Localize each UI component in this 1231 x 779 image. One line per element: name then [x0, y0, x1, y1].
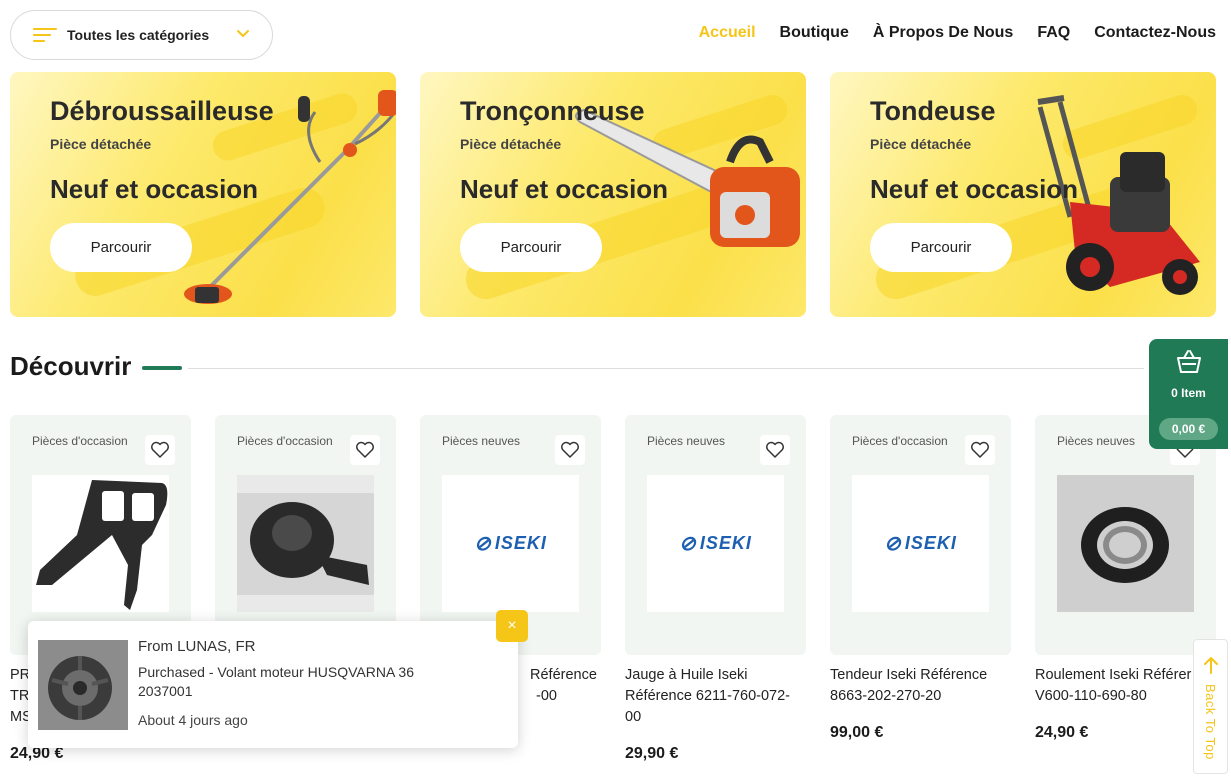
product-image[interactable] [237, 475, 374, 612]
banner-debroussailleuse: Débroussailleuse Pièce détachée Neuf et … [10, 72, 396, 317]
close-icon[interactable]: × [496, 610, 528, 642]
heart-icon [561, 441, 579, 458]
nav-accueil[interactable]: Accueil [699, 24, 756, 42]
iseki-logo: ⊘ ISEKI [679, 533, 752, 555]
iseki-logo: ⊘ ISEKI [884, 533, 957, 555]
product-card[interactable]: Pièces d'occasion [10, 415, 191, 655]
banner-tondeuse: Tondeuse Pièce détachée Neuf et occasion… [830, 72, 1216, 317]
heart-icon [766, 441, 784, 458]
arrow-up-icon [1204, 657, 1218, 674]
banner-title: Débroussailleuse [50, 96, 274, 126]
notification-from: From LUNAS, FR [138, 638, 256, 655]
product-condition: Pièces d'occasion [852, 434, 948, 448]
wishlist-button[interactable] [555, 435, 585, 465]
wishlist-button[interactable] [145, 435, 175, 465]
notification-product-image [38, 640, 128, 730]
back-to-top-label: Back To Top [1203, 684, 1218, 760]
banner-subtitle: Pièce détachée [460, 136, 562, 152]
product-image[interactable] [1057, 475, 1194, 612]
product-price: 24,90 € [1035, 724, 1089, 741]
nav-contact[interactable]: Contactez-Nous [1094, 24, 1216, 42]
iseki-logo: ⊘ ISEKI [474, 533, 547, 555]
product-card[interactable]: Pièces neuves [1035, 415, 1216, 655]
product-condition: Pièces d'occasion [32, 434, 128, 448]
chevron-down-icon [237, 30, 249, 37]
product-name[interactable]: Roulement Iseki Référer V600-110-690-80 [1035, 665, 1193, 707]
heart-icon [971, 441, 989, 458]
notification-time: About 4 jours ago [138, 712, 248, 728]
product-price: 29,90 € [625, 745, 679, 762]
heart-icon [151, 441, 169, 458]
back-to-top-button[interactable]: Back To Top [1193, 639, 1228, 774]
heart-icon [356, 441, 374, 458]
product-condition: Pièces neuves [442, 434, 521, 448]
wishlist-button[interactable] [760, 435, 790, 465]
starter-part-image [237, 493, 374, 595]
nav-faq[interactable]: FAQ [1037, 24, 1070, 42]
browse-button[interactable]: Parcourir [460, 223, 602, 272]
banner-tronconneuse: Tronçonneuse Pièce détachée Neuf et occa… [420, 72, 806, 317]
wishlist-button[interactable] [350, 435, 380, 465]
section-accent [142, 366, 182, 370]
product-name[interactable]: Tendeur Iseki Référence 8663-202-270-20 [830, 665, 1015, 707]
product-price: 99,00 € [830, 724, 884, 741]
cart-count: 0 Item [1171, 386, 1206, 400]
banner-subtitle: Pièce détachée [870, 136, 972, 152]
chain-brake-image [36, 480, 168, 610]
bearing-image [1081, 507, 1169, 583]
banner-tagline: Neuf et occasion [50, 174, 259, 204]
banner-title: Tronçonneuse [460, 96, 645, 126]
browse-button[interactable]: Parcourir [870, 223, 1012, 272]
product-card[interactable]: Pièces neuves ⊘ ISEKI [625, 415, 806, 655]
nav-boutique[interactable]: Boutique [780, 24, 849, 42]
cart-total: 0,00 € [1159, 418, 1218, 440]
browse-button[interactable]: Parcourir [50, 223, 192, 272]
banner-title: Tondeuse [870, 96, 996, 126]
banner-subtitle: Pièce détachée [50, 136, 152, 152]
notification-purchase: Purchased - Volant moteur HUSQVARNA 36 2… [138, 664, 414, 699]
product-card[interactable]: Pièces d'occasion [215, 415, 396, 655]
product-condition: Pièces neuves [1057, 434, 1136, 448]
banner-tagline: Neuf et occasion [870, 174, 1079, 204]
nav-a-propos[interactable]: À Propos De Nous [873, 24, 1013, 42]
categories-label: Toutes les catégories [67, 27, 210, 43]
purchase-notification[interactable]: From LUNAS, FR Purchased - Volant moteur… [28, 621, 518, 748]
banner-tagline: Neuf et occasion [460, 174, 669, 204]
product-image[interactable]: ⊘ ISEKI [647, 475, 784, 612]
main-nav: Accueil Boutique À Propos De Nous FAQ Co… [699, 24, 1216, 42]
product-image[interactable] [32, 475, 169, 612]
product-image[interactable]: ⊘ ISEKI [442, 475, 579, 612]
mini-cart[interactable]: 0 Item 0,00 € [1149, 339, 1228, 449]
product-condition: Pièces d'occasion [237, 434, 333, 448]
basket-icon [1177, 350, 1201, 373]
wishlist-button[interactable] [965, 435, 995, 465]
product-image[interactable]: ⊘ ISEKI [852, 475, 989, 612]
categories-button[interactable]: Toutes les catégories [10, 10, 273, 60]
section-divider [188, 368, 1144, 369]
product-condition: Pièces neuves [647, 434, 726, 448]
product-name[interactable]: Jauge à Huile Iseki Référence 6211-760-07… [625, 665, 810, 728]
product-name[interactable]: Référence -00 [530, 665, 610, 707]
menu-icon [33, 28, 57, 42]
product-card[interactable]: Pièces d'occasion ⊘ ISEKI [830, 415, 1011, 655]
section-title: Découvrir [10, 351, 132, 381]
